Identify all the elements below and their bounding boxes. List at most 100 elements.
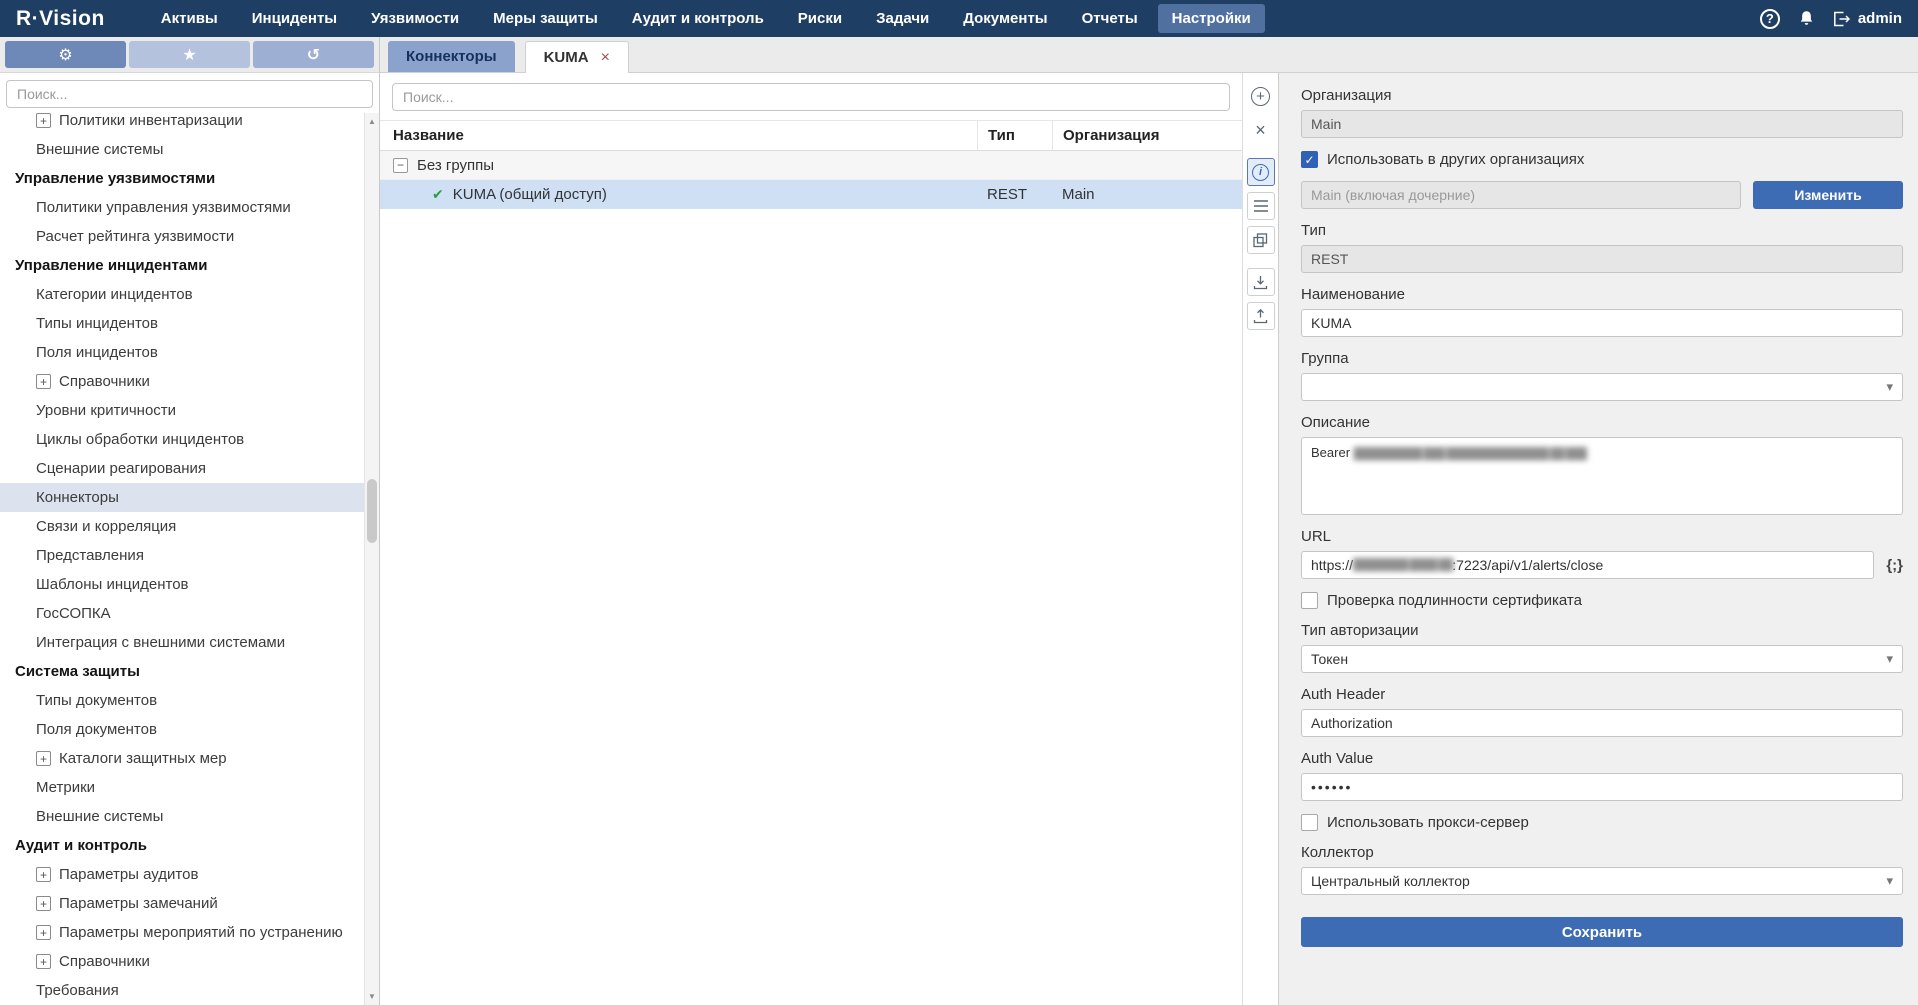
sidebar-tree-item[interactable]: + Типы инцидентов <box>0 309 364 338</box>
sidebar-tree-item[interactable]: + Интеграция с внешними системами <box>0 628 364 657</box>
export-icon[interactable] <box>1247 302 1275 330</box>
nav-item[interactable]: Настройки <box>1158 4 1265 33</box>
checkbox-icon[interactable] <box>1301 151 1318 168</box>
sidebar-tree-item[interactable]: + Типы документов <box>0 686 364 715</box>
column-header-type[interactable]: Тип <box>977 121 1052 150</box>
sidebar-tree-item[interactable]: + Связи и корреляция <box>0 512 364 541</box>
tree-item-label: Внешние системы <box>36 808 163 825</box>
nav-item[interactable]: Инциденты <box>238 4 351 33</box>
sidebar-scrollbar[interactable]: ▲ ▼ <box>364 113 379 1005</box>
sidebar-tree-item[interactable]: + Параметры мероприятий по устранению <box>0 918 364 947</box>
description-textarea[interactable]: Bearer ██████████ ███ ███████████████ ██… <box>1301 437 1903 515</box>
expand-icon[interactable]: + <box>36 925 51 940</box>
save-button[interactable]: Сохранить <box>1301 917 1903 947</box>
change-org-button[interactable]: Изменить <box>1753 181 1903 209</box>
expand-icon[interactable]: + <box>36 751 51 766</box>
sidebar-tree-item[interactable]: + Параметры замечаний <box>0 889 364 918</box>
scroll-up-icon[interactable]: ▲ <box>365 117 379 126</box>
sidebar-tree-item[interactable]: + Справочники <box>0 367 364 396</box>
logout-icon[interactable] <box>1833 11 1850 27</box>
sidebar-tree-item[interactable]: + Параметры аудитов <box>0 860 364 889</box>
nav-item[interactable]: Задачи <box>862 4 943 33</box>
notifications-icon[interactable] <box>1798 10 1815 27</box>
sidebar-tree-item[interactable]: + Внешние системы <box>0 135 364 164</box>
nav-item[interactable]: Активы <box>147 4 232 33</box>
sidebar-tree-item[interactable]: + Каталоги защитных мер <box>0 744 364 773</box>
sidebar-tree-item[interactable]: + Управление инцидентами <box>0 251 364 280</box>
nav-item[interactable]: Отчеты <box>1068 4 1152 33</box>
history-tab-button[interactable]: ↺ <box>253 41 374 68</box>
scrollbar-thumb[interactable] <box>367 479 377 543</box>
sidebar-tree-item[interactable]: + Аудит и контроль <box>0 831 364 860</box>
column-header-name[interactable]: Название <box>380 121 977 150</box>
checkbox-icon[interactable] <box>1301 814 1318 831</box>
auth-header-input[interactable] <box>1301 709 1903 737</box>
expand-icon[interactable]: + <box>36 113 51 128</box>
import-icon[interactable] <box>1247 268 1275 296</box>
expand-icon[interactable]: + <box>36 896 51 911</box>
sidebar-tree-item[interactable]: + Расчет рейтинга уязвимости <box>0 222 364 251</box>
sidebar-tree-item[interactable]: + Система защиты <box>0 657 364 686</box>
user-menu[interactable]: admin <box>1833 10 1902 27</box>
sidebar-tree-item[interactable]: + Поля документов <box>0 715 364 744</box>
column-header-org[interactable]: Организация <box>1052 121 1242 150</box>
nav-item[interactable]: Меры защиты <box>479 4 612 33</box>
nav-item[interactable]: Документы <box>949 4 1061 33</box>
sidebar-tree-item[interactable]: + Категории инцидентов <box>0 280 364 309</box>
type-input <box>1301 245 1903 273</box>
sidebar-tree-item[interactable]: + Циклы обработки инцидентов <box>0 425 364 454</box>
variables-icon[interactable]: {;} <box>1886 557 1903 574</box>
group-row[interactable]: − Без группы <box>380 151 1242 180</box>
sidebar-tree-item[interactable]: + Требования <box>0 976 364 1005</box>
sidebar-tree-item[interactable]: + Сценарии реагирования <box>0 454 364 483</box>
settings-tab-button[interactable]: ⚙ <box>5 41 126 68</box>
sidebar-tree-item[interactable]: + Политики управления уязвимостями <box>0 193 364 222</box>
auth-value-input[interactable] <box>1301 773 1903 801</box>
tab-connectors[interactable]: Коннекторы <box>388 41 515 72</box>
sidebar-search-input[interactable] <box>6 80 373 108</box>
nav-item[interactable]: Уязвимости <box>357 4 473 33</box>
tree-item-label: Уровни критичности <box>36 402 176 419</box>
group-select[interactable]: ▾ <box>1301 373 1903 401</box>
close-tab-icon[interactable]: × <box>601 50 610 66</box>
nav-item[interactable]: Риски <box>784 4 856 33</box>
cert-checkbox-row[interactable]: Проверка подлинности сертификата <box>1301 592 1903 609</box>
expand-icon[interactable]: + <box>36 954 51 969</box>
sidebar-tree-item[interactable]: + Шаблоны инцидентов <box>0 570 364 599</box>
sidebar-tree-item[interactable]: + Поля инцидентов <box>0 338 364 367</box>
tab-kuma[interactable]: KUMA × <box>525 41 629 73</box>
sidebar-tree-item[interactable]: + Справочники <box>0 947 364 976</box>
sidebar-tree-item[interactable]: + Внешние системы <box>0 802 364 831</box>
share-org-checkbox-row[interactable]: Использовать в других организациях <box>1301 151 1903 168</box>
proxy-checkbox-row[interactable]: Использовать прокси-сервер <box>1301 814 1903 831</box>
sidebar-tree-item[interactable]: + Представления <box>0 541 364 570</box>
collapse-icon[interactable]: − <box>393 158 408 173</box>
table-row[interactable]: ✔ KUMA (общий доступ) REST Main <box>380 180 1242 209</box>
add-icon[interactable]: + <box>1247 82 1275 110</box>
name-input[interactable] <box>1301 309 1903 337</box>
nav-item-label: Задачи <box>876 10 929 27</box>
delete-icon[interactable]: × <box>1247 116 1275 144</box>
auth-type-select[interactable]: Токен ▾ <box>1301 645 1903 673</box>
list-search-input[interactable] <box>392 83 1230 111</box>
sidebar-tree-item[interactable]: + Метрики <box>0 773 364 802</box>
help-icon[interactable]: ? <box>1760 9 1780 29</box>
copy-icon[interactable] <box>1247 226 1275 254</box>
info-icon[interactable]: i <box>1247 158 1275 186</box>
sidebar-tree-item[interactable]: + Управление уязвимостями <box>0 164 364 193</box>
expand-icon[interactable]: + <box>36 867 51 882</box>
sidebar-tree-item[interactable]: + Коннекторы <box>0 483 364 512</box>
sidebar-tree-item[interactable]: + Уровни критичности <box>0 396 364 425</box>
collector-select[interactable]: Центральный коллектор ▾ <box>1301 867 1903 895</box>
favorites-tab-button[interactable]: ★ <box>129 41 250 68</box>
sidebar-tree-item[interactable]: + Политики инвентаризации <box>0 106 364 135</box>
url-input[interactable]: https://████████ ████ ██:7223/api/v1/ale… <box>1301 551 1874 579</box>
checkbox-icon[interactable] <box>1301 592 1318 609</box>
scroll-down-icon[interactable]: ▼ <box>365 992 379 1001</box>
table-rows: ✔ KUMA (общий доступ) REST Main <box>380 180 1242 209</box>
expand-icon[interactable]: + <box>36 374 51 389</box>
nav-item[interactable]: Аудит и контроль <box>618 4 778 33</box>
table-icon[interactable] <box>1247 192 1275 220</box>
sidebar-tree-item[interactable]: + ГосСОПКА <box>0 599 364 628</box>
app-logo: R·Vision <box>16 7 105 31</box>
